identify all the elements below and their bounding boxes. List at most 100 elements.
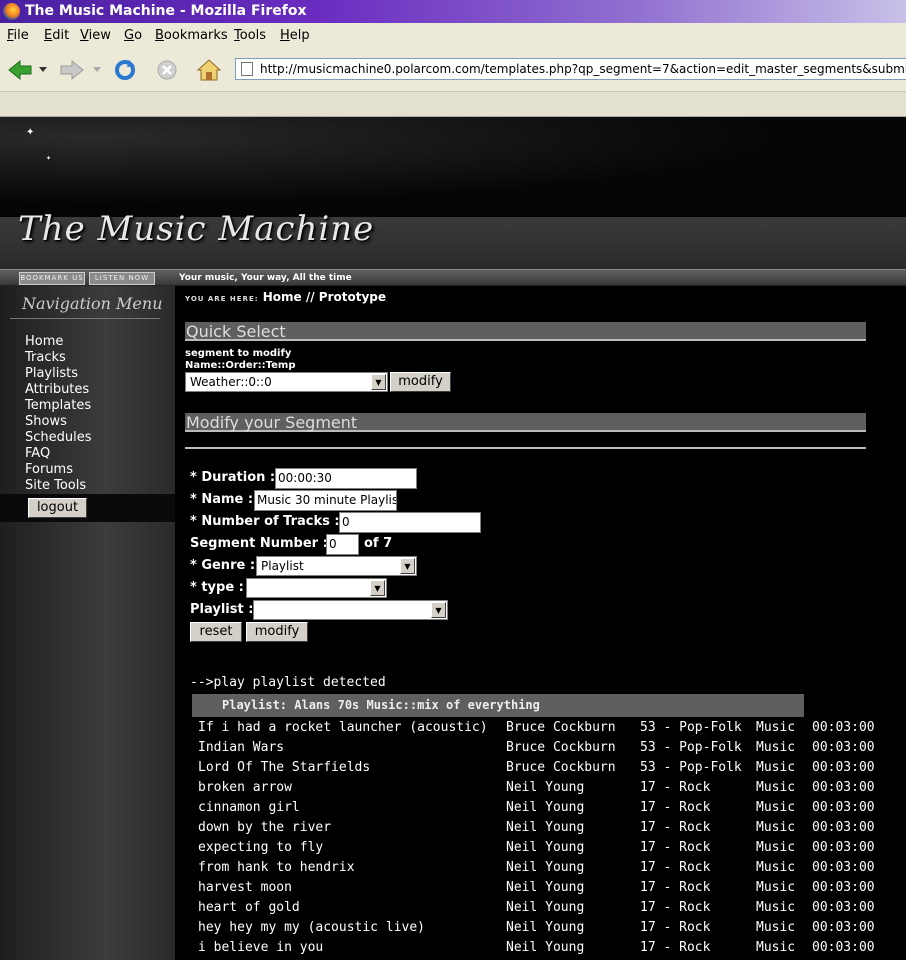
logout-area: logout (0, 494, 175, 522)
logout-button[interactable]: logout (28, 498, 87, 518)
reset-button[interactable]: reset (190, 622, 242, 642)
track-list: If i had a rocket launcher (acoustic) Bru… (198, 718, 898, 958)
track-genre: 53 - Pop-Folk (640, 760, 742, 775)
sidebar-item-attributes[interactable]: Attributes (25, 382, 92, 398)
track-type: Music (756, 740, 796, 755)
segment-select[interactable]: Weather::0::0 ▼ (185, 372, 388, 392)
track-duration: 00:03:00 (812, 900, 875, 915)
star-icon: ✦ (26, 127, 35, 138)
segment-select-value: Weather::0::0 (190, 375, 272, 389)
menu-edit[interactable]: Edit (44, 23, 69, 48)
track-title: Lord Of The Starfields (198, 760, 371, 775)
track-title: heart of gold (198, 900, 300, 915)
forward-dropdown-icon[interactable] (90, 57, 104, 83)
track-duration: 00:03:00 (812, 820, 875, 835)
track-duration: 00:03:00 (812, 880, 875, 895)
breadcrumb-path[interactable]: Home // Prototype (263, 290, 386, 304)
track-duration: 00:03:00 (812, 800, 875, 815)
segment-format-label: Name::Order::Temp (185, 360, 296, 371)
track-title: hey hey my my (acoustic live) (198, 920, 425, 935)
genre-select[interactable]: Playlist ▼ (256, 556, 417, 576)
table-row[interactable]: Lord Of The Starfields Bruce Cockburn 53 -… (198, 758, 898, 778)
name-label: * Name : (190, 492, 254, 507)
address-url: http://musicmachine0.polarcom.com/templa… (260, 62, 906, 76)
sidebar-item-shows[interactable]: Shows (25, 414, 92, 430)
header-banner: ✦ ✦ (0, 117, 906, 217)
back-arrow-icon[interactable] (6, 57, 34, 83)
playlist-label: Playlist : (190, 602, 254, 617)
sidebar-item-playlists[interactable]: Playlists (25, 366, 92, 382)
track-artist: Bruce Cockburn (506, 720, 616, 735)
menu-help[interactable]: Help (280, 23, 310, 48)
table-row[interactable]: harvest moon Neil Young 17 - Rock Music 00:0… (198, 878, 898, 898)
reload-icon[interactable] (111, 57, 139, 83)
home-icon[interactable] (195, 57, 223, 83)
menu-file[interactable]: File (7, 23, 29, 48)
sidebar-item-faq[interactable]: FAQ (25, 446, 92, 462)
address-bar[interactable]: http://musicmachine0.polarcom.com/templa… (235, 58, 906, 80)
back-dropdown-icon[interactable] (36, 57, 50, 83)
track-type: Music (756, 760, 796, 775)
table-row[interactable]: cinnamon girl Neil Young 17 - Rock Music 00:… (198, 798, 898, 818)
segment-count-label: of 7 (364, 536, 393, 551)
playlist-header: Playlist: Alans 70s Music::mix of everyt… (192, 694, 804, 717)
table-row[interactable]: expecting to fly Neil Young 17 - Rock Music… (198, 838, 898, 858)
menu-view[interactable]: View (80, 23, 111, 48)
sidebar-item-home[interactable]: Home (25, 334, 92, 350)
number-of-tracks-label: * Number of Tracks : (190, 514, 340, 529)
track-type: Music (756, 880, 796, 895)
track-artist: Neil Young (506, 900, 585, 915)
track-artist: Neil Young (506, 940, 585, 955)
page-icon (241, 62, 253, 76)
forward-arrow-icon[interactable] (58, 57, 86, 83)
bookmark-us-button[interactable]: BOOKMARK US (19, 272, 85, 285)
quick-modify-button[interactable]: modify (390, 372, 451, 392)
track-duration: 00:03:00 (812, 920, 875, 935)
listen-now-button[interactable]: LISTEN NOW (89, 272, 155, 285)
name-input[interactable]: Music 30 minute Playlis (254, 490, 397, 511)
sidebar-item-templates[interactable]: Templates (25, 398, 92, 414)
menu-bookmarks[interactable]: Bookmarks (155, 23, 228, 48)
playlist-select[interactable]: ▼ (253, 600, 448, 620)
chevron-down-icon[interactable]: ▼ (431, 602, 446, 618)
modify-segment-heading: Modify your Segment (185, 413, 866, 432)
sidebar-item-schedules[interactable]: Schedules (25, 430, 92, 446)
track-type: Music (756, 940, 796, 955)
divider (10, 318, 160, 319)
menu-bar: File Edit View Go Bookmarks Tools Help (0, 23, 906, 48)
site-tagline: Your music, Your way, All the time (179, 273, 352, 283)
web-page: ✦ ✦ The Music Machine BOOKMARK US LISTEN… (0, 117, 906, 960)
table-row[interactable]: If i had a rocket launcher (acoustic) Bru… (198, 718, 898, 738)
sidebar-item-tracks[interactable]: Tracks (25, 350, 92, 366)
type-select[interactable]: ▼ (246, 578, 387, 598)
track-artist: Neil Young (506, 820, 585, 835)
table-row[interactable]: i believe in you Neil Young 17 - Rock Music… (198, 938, 898, 958)
navigation-menu-title: Navigation Menu (22, 294, 163, 313)
track-type: Music (756, 840, 796, 855)
menu-tools[interactable]: Tools (234, 23, 266, 48)
chevron-down-icon[interactable]: ▼ (371, 374, 386, 390)
site-logo[interactable]: The Music Machine (18, 209, 374, 249)
track-artist: Neil Young (506, 860, 585, 875)
track-genre: 17 - Rock (640, 780, 711, 795)
number-of-tracks-input[interactable]: 0 (339, 512, 481, 533)
track-type: Music (756, 800, 796, 815)
sidebar-item-site-tools[interactable]: Site Tools (25, 478, 92, 494)
menu-go[interactable]: Go (124, 23, 142, 48)
table-row[interactable]: heart of gold Neil Young 17 - Rock Music 00:… (198, 898, 898, 918)
table-row[interactable]: hey hey my my (acoustic live) Neil Young 1… (198, 918, 898, 938)
track-genre: 17 - Rock (640, 900, 711, 915)
duration-input[interactable]: 00:00:30 (275, 468, 417, 489)
chevron-down-icon[interactable]: ▼ (400, 558, 415, 574)
segment-number-input[interactable]: 0 (326, 534, 359, 555)
track-type: Music (756, 900, 796, 915)
table-row[interactable]: broken arrow Neil Young 17 - Rock Music 00:0… (198, 778, 898, 798)
window-titlebar: The Music Machine - Mozilla Firefox (0, 0, 906, 23)
table-row[interactable]: Indian Wars Bruce Cockburn 53 - Pop-Folk Mu… (198, 738, 898, 758)
modify-button[interactable]: modify (246, 622, 308, 642)
stop-icon[interactable] (153, 57, 181, 83)
sidebar-item-forums[interactable]: Forums (25, 462, 92, 478)
table-row[interactable]: from hank to hendrix Neil Young 17 - Rock M… (198, 858, 898, 878)
table-row[interactable]: down by the river Neil Young 17 - Rock Musi… (198, 818, 898, 838)
chevron-down-icon[interactable]: ▼ (370, 580, 385, 596)
